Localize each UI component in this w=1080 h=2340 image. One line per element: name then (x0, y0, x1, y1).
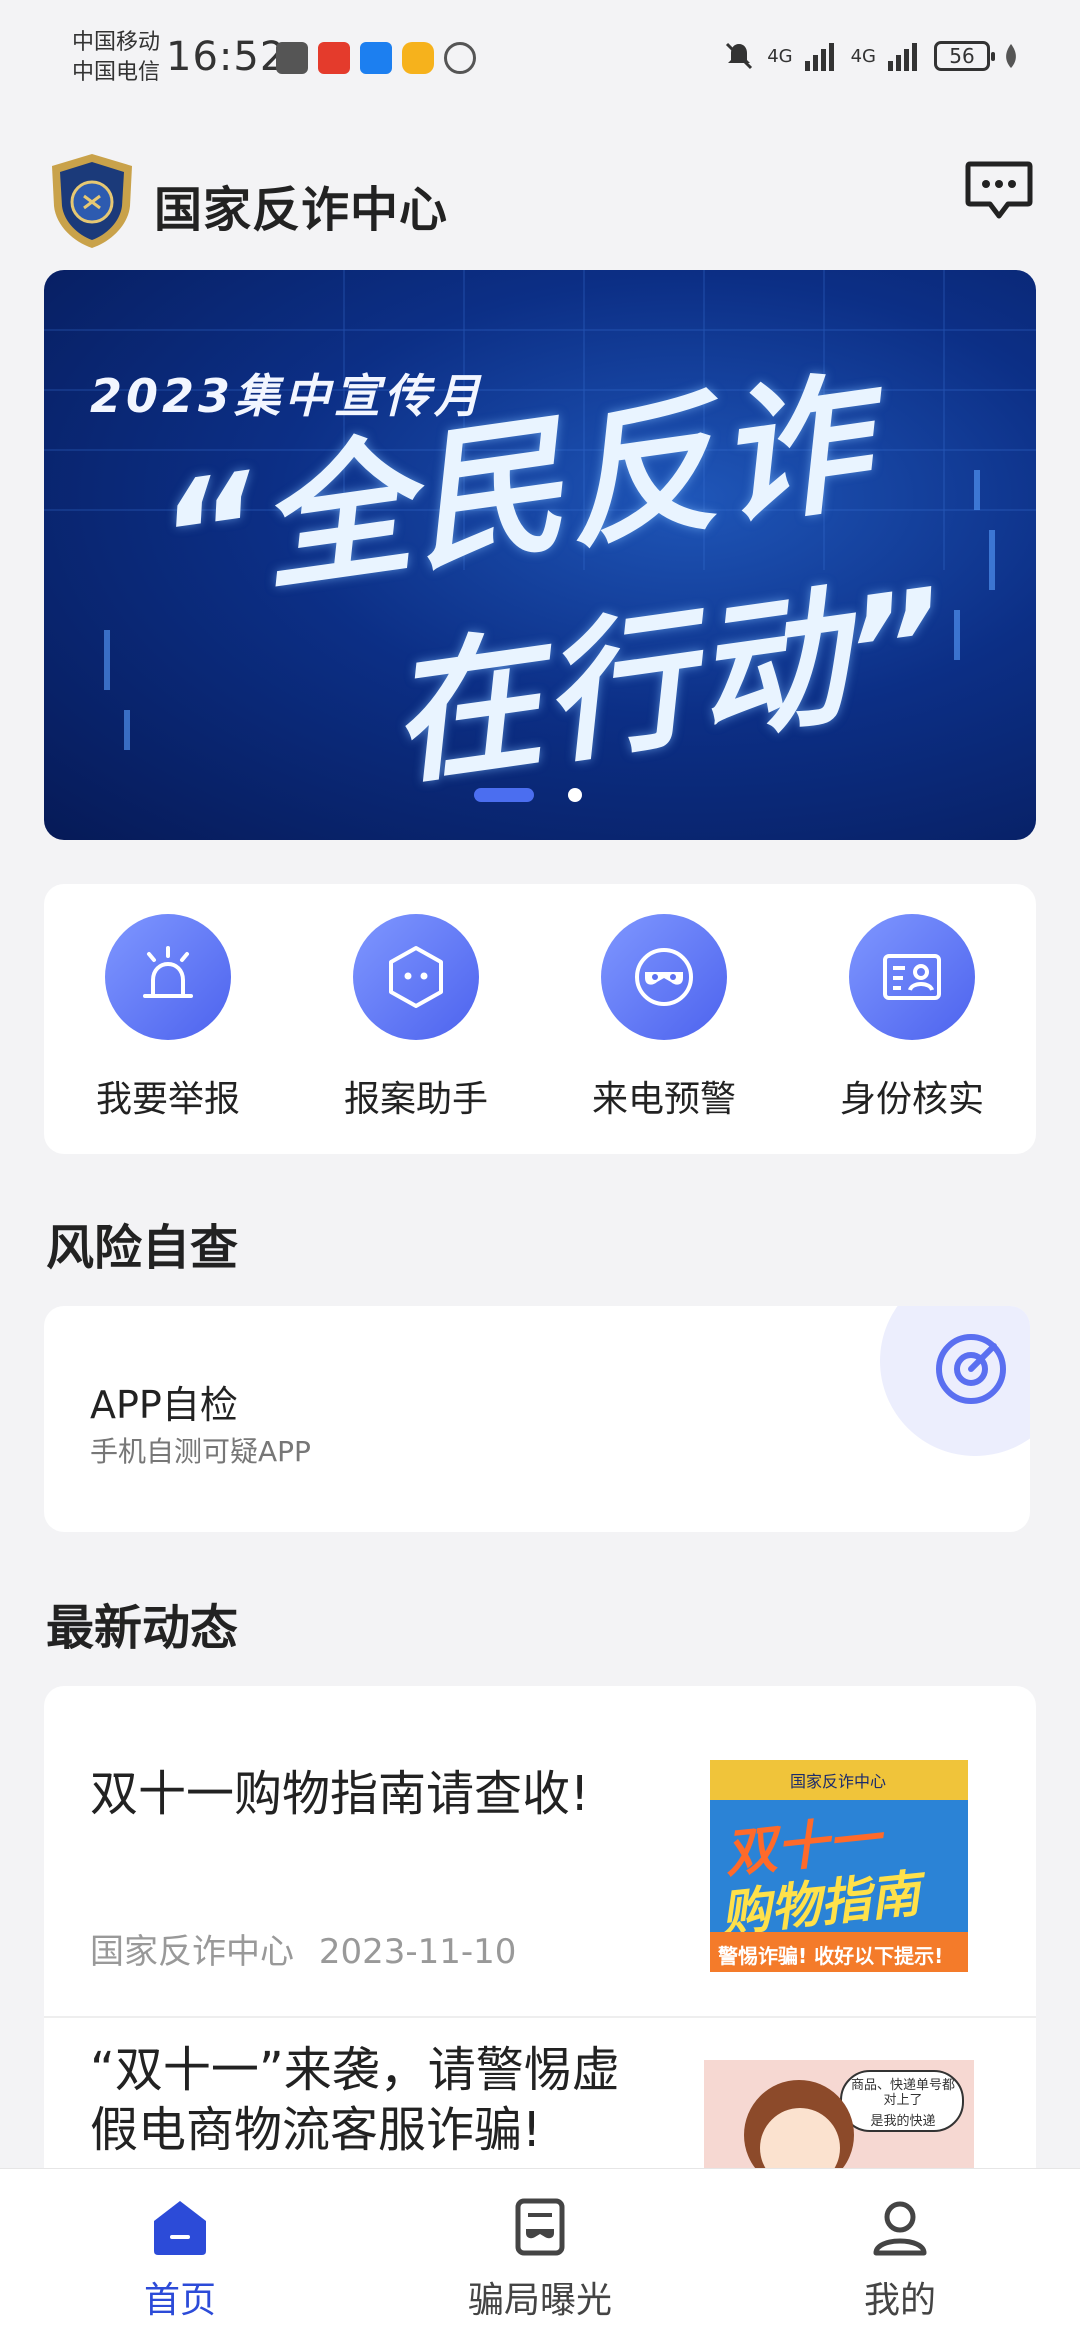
promo-banner[interactable]: 2023集中宣传月 “全民反诈 在行动” (44, 270, 1036, 840)
app-notification-icon (402, 42, 434, 74)
app-header: 国家反诈中心 (44, 150, 1034, 260)
speech-bubble-text: 商品、快递单号都对上了 (850, 2078, 955, 2108)
message-icon[interactable] (964, 160, 1034, 224)
hotspot-icon (444, 42, 476, 74)
id-card-icon (849, 914, 975, 1040)
carousel-indicator-active[interactable] (474, 788, 534, 802)
alarm-icon (105, 914, 231, 1040)
home-icon (154, 2201, 206, 2255)
app-self-check-card[interactable]: APP自检 手机自测可疑APP (44, 1306, 1030, 1532)
system-indicators: 4G 4G 56 (723, 40, 1020, 72)
tab-profile[interactable]: 我的 (720, 2169, 1080, 2340)
navigation-app-icon (360, 42, 392, 74)
action-identity-check[interactable]: 身份核实 (788, 884, 1036, 1154)
action-label: 报案助手 (343, 1079, 488, 1120)
network-type-1: 4G (767, 45, 793, 67)
taobao-icon (318, 42, 350, 74)
carousel-indicator[interactable] (568, 788, 582, 802)
signal-icon (804, 43, 834, 71)
network-type-2: 4G (850, 45, 876, 67)
profile-icon (873, 2201, 927, 2256)
news-meta: 国家反诈中心 2023-11-10 (90, 1924, 516, 1973)
tab-scam-exposure[interactable]: 骗局曝光 (360, 2169, 720, 2340)
action-label: 我要举报 (95, 1079, 240, 1120)
action-report[interactable]: 我要举报 (44, 884, 292, 1154)
news-title: 双十一购物指南请查收! (90, 1766, 590, 1822)
tab-label: 首页 (143, 2280, 216, 2321)
status-bar: 中国移动 中国电信 16:52 4G 4G 56 (0, 0, 1080, 120)
mail-icon (276, 42, 308, 74)
quick-actions: 我要举报 报案助手 来电预警 身份核实 (44, 884, 1036, 1154)
police-badge-logo (52, 154, 132, 248)
news-item[interactable]: 双十一购物指南请查收! 国家反诈中心 2023-11-10 国家反诈中心 双十一… (44, 1686, 1036, 2016)
card-title: APP自检 (90, 1383, 238, 1427)
app-title: 国家反诈中心 (154, 182, 449, 238)
assistant-icon (353, 914, 479, 1040)
action-label: 身份核实 (839, 1079, 984, 1120)
thumb-footer-text: 警惕诈骗! 收好以下提示! (718, 1944, 944, 1968)
action-case-assistant[interactable]: 报案助手 (292, 884, 540, 1154)
carrier-2: 中国电信 (72, 60, 161, 85)
notification-icons (276, 42, 476, 74)
news-date: 2023-11-10 (318, 1932, 517, 1972)
carrier-1: 中国移动 (72, 30, 161, 55)
carrier-info: 中国移动 中国电信 (72, 28, 160, 88)
speech-bubble-text: 是我的快递 (870, 2114, 936, 2129)
action-call-warning[interactable]: 来电预警 (540, 884, 788, 1154)
news-title: “双十一”来袭，请警惕虚假电商物流客服诈骗! (90, 2042, 620, 2158)
card-subtitle: 手机自测可疑APP (90, 1435, 311, 1468)
news-list: 双十一购物指南请查收! 国家反诈中心 2023-11-10 国家反诈中心 双十一… (44, 1686, 1036, 2226)
scam-exposure-icon (515, 2198, 565, 2256)
battery-indicator: 56 (934, 41, 995, 71)
scan-target-icon (936, 1334, 1006, 1404)
tab-label: 骗局曝光 (467, 2280, 612, 2321)
thumb-logo-text: 国家反诈中心 (790, 1772, 887, 1791)
mask-icon (601, 914, 727, 1040)
news-source: 国家反诈中心 (90, 1932, 294, 1972)
news-thumbnail: 国家反诈中心 双十一 购物指南 警惕诈骗! 收好以下提示! (710, 1760, 968, 1972)
action-label: 来电预警 (591, 1079, 736, 1120)
tab-label: 我的 (863, 2280, 936, 2321)
tab-home[interactable]: 首页 (0, 2169, 360, 2340)
leaf-icon (1006, 44, 1016, 68)
news-section-title: 最新动态 (46, 1600, 239, 1656)
signal-icon (888, 43, 917, 71)
clock: 16:52 (166, 34, 287, 80)
mute-icon (726, 42, 753, 70)
risk-section-title: 风险自查 (46, 1220, 239, 1276)
bottom-tab-bar: 首页 骗局曝光 我的 (0, 2168, 1080, 2340)
